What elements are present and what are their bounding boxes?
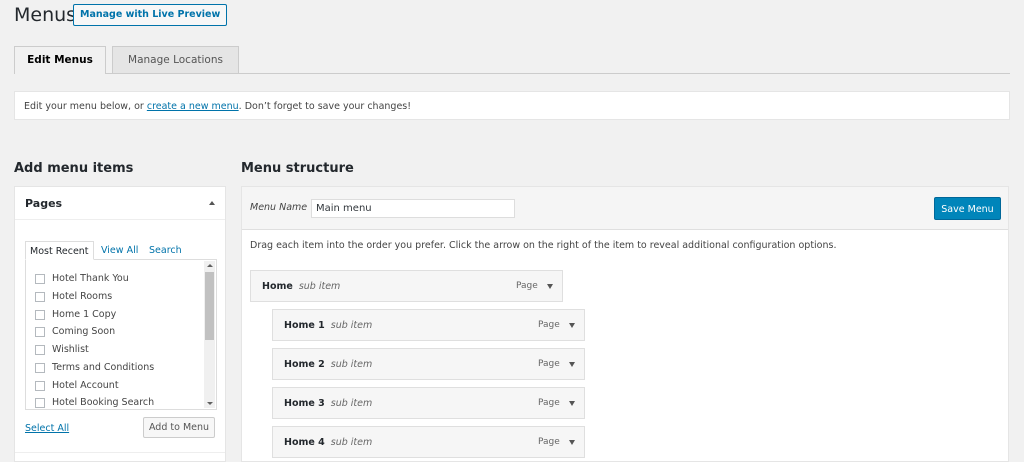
add-to-menu-button[interactable]: Add to Menu — [143, 417, 215, 438]
list-item[interactable]: Hotel Rooms — [35, 288, 112, 306]
menu-name-label: Menu Name — [250, 202, 308, 213]
menu-item-home-2[interactable]: Home 2 sub item Page — [272, 348, 585, 380]
menu-header: Menu Name Main menu Save Menu — [242, 187, 1008, 230]
expand-arrow-icon[interactable] — [569, 323, 575, 328]
page-title: Menus — [14, 4, 77, 26]
notice-bar: Edit your menu below, or create a new me… — [14, 91, 1010, 120]
menu-item-home[interactable]: Home sub item Page — [250, 270, 563, 302]
collapse-up-icon[interactable] — [209, 201, 215, 205]
checkbox[interactable] — [35, 381, 45, 391]
pages-list-scrollbar[interactable] — [204, 261, 215, 408]
manage-live-preview-button[interactable]: Manage with Live Preview — [73, 4, 228, 26]
menu-item-type: Page — [538, 359, 560, 369]
menu-item-title: Home 1 sub item — [284, 320, 373, 331]
menu-item-title: Home 4 sub item — [284, 437, 373, 448]
menu-name-input[interactable]: Main menu — [311, 199, 515, 218]
create-new-menu-link[interactable]: create a new menu — [147, 101, 239, 112]
menu-item-title: Home 3 sub item — [284, 398, 373, 409]
expand-arrow-icon[interactable] — [569, 440, 575, 445]
menu-item-title: Home 2 sub item — [284, 359, 373, 370]
list-item[interactable]: Hotel Account — [35, 377, 119, 395]
pages-panel: Pages Most Recent View All Search Hotel … — [14, 186, 226, 462]
save-menu-button[interactable]: Save Menu — [934, 197, 1001, 220]
list-item[interactable]: Terms and Conditions — [35, 359, 154, 377]
menu-item-type: Page — [538, 437, 560, 447]
tab-edit-menus[interactable]: Edit Menus — [14, 46, 106, 74]
pages-panel-header[interactable]: Pages — [15, 187, 225, 220]
pages-panel-title: Pages — [25, 197, 63, 210]
expand-arrow-icon[interactable] — [547, 284, 553, 289]
pages-panel-divider — [15, 452, 225, 453]
list-item[interactable]: Hotel Thank You — [35, 270, 129, 288]
pages-list: Hotel Thank You Hotel Rooms Home 1 Copy … — [25, 259, 217, 410]
expand-arrow-icon[interactable] — [569, 362, 575, 367]
scroll-up-icon[interactable] — [207, 264, 213, 267]
scroll-thumb[interactable] — [205, 272, 214, 340]
checkbox[interactable] — [35, 310, 45, 320]
subtab-most-recent[interactable]: Most Recent — [25, 241, 94, 260]
checkbox[interactable] — [35, 398, 45, 408]
menu-item-home-4[interactable]: Home 4 sub item Page — [272, 426, 585, 458]
checkbox[interactable] — [35, 345, 45, 355]
menu-instructions: Drag each item into the order you prefer… — [250, 240, 837, 251]
subtab-search[interactable]: Search — [145, 241, 186, 260]
menu-item-home-3[interactable]: Home 3 sub item Page — [272, 387, 585, 419]
notice-text-after: . Don’t forget to save your changes! — [238, 101, 412, 112]
scroll-down-icon[interactable] — [207, 402, 213, 405]
menu-item-home-1[interactable]: Home 1 sub item Page — [272, 309, 585, 341]
menu-item-type: Page — [538, 398, 560, 408]
menu-item-type: Page — [538, 320, 560, 330]
expand-arrow-icon[interactable] — [569, 401, 575, 406]
list-item[interactable]: Coming Soon — [35, 323, 115, 341]
menu-item-title: Home sub item — [262, 281, 341, 292]
list-item[interactable]: Hotel Booking Search — [35, 394, 154, 409]
list-item[interactable]: Home 1 Copy — [35, 306, 116, 324]
select-all-link[interactable]: Select All — [25, 423, 69, 434]
add-menu-items-title: Add menu items — [14, 161, 134, 176]
menu-structure-title: Menu structure — [241, 161, 354, 176]
checkbox[interactable] — [35, 327, 45, 337]
checkbox[interactable] — [35, 274, 45, 284]
list-item[interactable]: Wishlist — [35, 341, 89, 359]
subtab-view-all[interactable]: View All — [97, 241, 142, 260]
checkbox[interactable] — [35, 363, 45, 373]
tab-manage-locations[interactable]: Manage Locations — [112, 46, 239, 73]
notice-text-before: Edit your menu below, or — [24, 101, 147, 112]
checkbox[interactable] — [35, 292, 45, 302]
menu-item-type: Page — [516, 281, 538, 291]
menu-structure-panel: Menu Name Main menu Save Menu Drag each … — [241, 186, 1009, 462]
